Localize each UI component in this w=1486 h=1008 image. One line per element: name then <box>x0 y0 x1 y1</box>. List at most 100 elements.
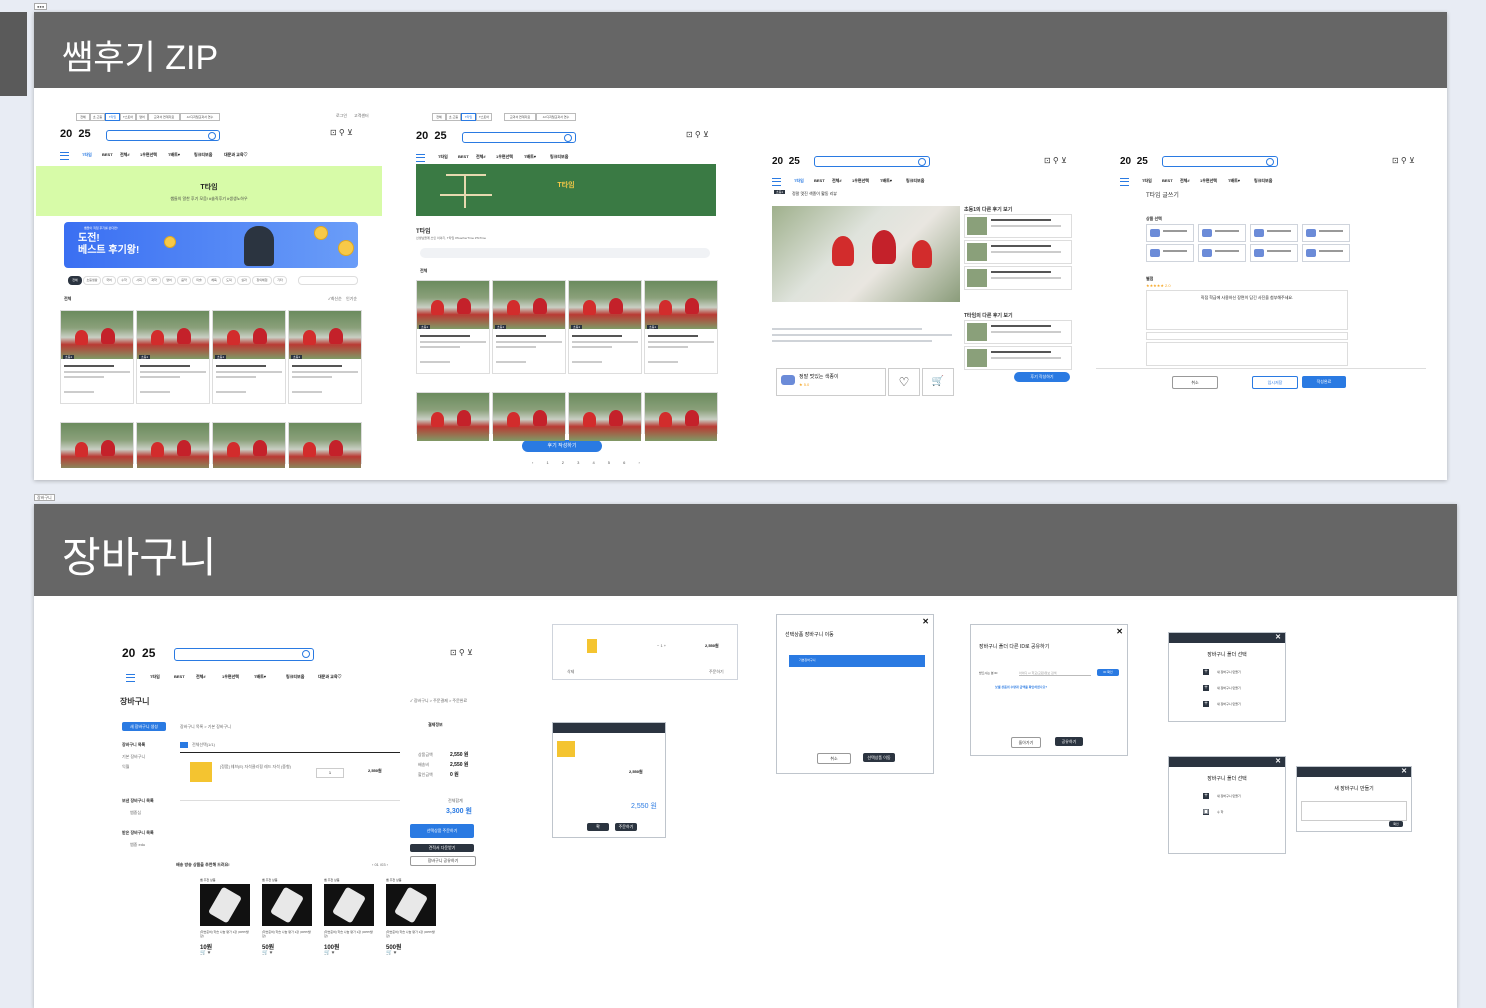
side-review-item[interactable] <box>964 346 1072 370</box>
menu-item[interactable]: 링크티보옵 <box>286 674 304 680</box>
review-textarea[interactable] <box>1146 342 1348 366</box>
logo[interactable]: 20 25 <box>122 646 155 660</box>
menu-best[interactable]: BEST <box>458 154 469 159</box>
menu-ttime[interactable]: T타임 <box>1142 178 1152 184</box>
product-option[interactable] <box>1146 224 1194 242</box>
new-cart-button[interactable]: 새 장바구니 생성 <box>122 722 166 731</box>
review-card[interactable]: 초등1 <box>416 280 490 374</box>
recommend-pager[interactable]: ‹ 01 /03 › <box>372 862 388 867</box>
cart-heart-icons[interactable]: 🛒 ♥ <box>262 950 273 956</box>
review-card[interactable] <box>644 392 718 441</box>
product-option[interactable] <box>1302 244 1350 262</box>
close-icon[interactable]: ✕ <box>1275 757 1281 765</box>
star-rating[interactable]: ★★★★★ 2.0 <box>1146 283 1171 288</box>
hamburger-icon[interactable] <box>416 154 425 162</box>
search-icon[interactable] <box>564 134 572 142</box>
product-option[interactable] <box>1250 244 1298 262</box>
top-tab[interactable]: AI 디지털교과서 연수 <box>180 113 220 121</box>
cancel-button[interactable]: 취소 <box>1172 376 1218 389</box>
menu-item[interactable]: 링크티보옵 <box>194 152 212 158</box>
write-review-button[interactable]: 후기 작성하기 <box>1014 372 1070 382</box>
top-tab[interactable]: 초·고등 <box>90 113 105 121</box>
menu-best[interactable]: BEST <box>174 674 185 679</box>
product-option[interactable] <box>1198 224 1246 242</box>
product-option[interactable] <box>1198 244 1246 262</box>
review-card[interactable]: 초등1 <box>60 310 134 404</box>
menu-item[interactable]: 1우편선택 <box>496 154 513 160</box>
search-icon[interactable] <box>918 158 926 166</box>
side-review-item[interactable] <box>964 320 1072 344</box>
search-icon[interactable] <box>302 650 310 658</box>
recommend-product[interactable]: 쌤 추천 상품 [학습준비] 학습 나눔 평가 1장 (OPP/발장) 50원 🛒 ♥ <box>262 878 312 956</box>
tag-input[interactable] <box>1146 332 1348 340</box>
top-tab[interactable]: 전체 <box>76 113 90 121</box>
menu-item[interactable]: 전체# <box>120 152 130 158</box>
pagination[interactable]: ‹ 1 2 3 4 5 6 › <box>532 460 646 465</box>
sidebar-item[interactable]: 익월 <box>122 764 129 770</box>
folder-item[interactable]: 새 장바구니 만들기 <box>1217 794 1241 798</box>
folder-icon[interactable]: ▣ <box>1203 809 1209 815</box>
post-image[interactable] <box>772 206 960 302</box>
search-input[interactable] <box>174 648 314 661</box>
chip[interactable]: 수학 <box>117 276 131 285</box>
id-input[interactable]: 아이디 or 학교(교원)정보 검색 <box>1019 671 1091 676</box>
confirm-button[interactable]: 선택상품 이동 <box>863 753 895 762</box>
menu-ttime[interactable]: T타임 <box>794 178 804 184</box>
cart-icon[interactable]: 🛒 <box>922 368 954 396</box>
cart-heart-icons[interactable]: 🛒 ♥ <box>200 950 211 956</box>
menu-item[interactable]: T배트♥ <box>1228 178 1240 184</box>
category-chips[interactable] <box>420 248 710 258</box>
support-link[interactable]: 고객센터 <box>354 113 369 119</box>
menu-item[interactable]: 1우편선택 <box>140 152 157 158</box>
search-input[interactable] <box>462 132 576 143</box>
header-icons[interactable]: ⊡ ⚲ ⊻ <box>686 130 709 139</box>
review-card[interactable]: 초등1 <box>492 280 566 374</box>
review-card[interactable] <box>60 422 134 468</box>
write-review-button[interactable]: 후기 작성하기 <box>522 440 602 452</box>
side-review-item[interactable] <box>964 266 1072 290</box>
menu-item[interactable]: 전체# <box>832 178 842 184</box>
close-icon[interactable]: ✕ <box>1116 627 1123 636</box>
top-tab[interactable]: T타임 <box>461 113 476 121</box>
review-card[interactable]: 초등1 <box>212 310 286 404</box>
close-icon[interactable]: ✕ <box>1401 767 1407 775</box>
review-card[interactable] <box>492 392 566 441</box>
chip[interactable]: 음악 <box>177 276 191 285</box>
folder-item[interactable]: 수 학 <box>1217 810 1223 814</box>
menu-item[interactable]: T배트♥ <box>524 154 536 160</box>
logo[interactable]: 20 25 <box>60 128 91 140</box>
top-tab[interactable]: 초·고등 <box>446 113 461 121</box>
heart-icon[interactable]: ♡ <box>888 368 920 396</box>
cart-name-input[interactable] <box>1301 801 1407 821</box>
review-card[interactable] <box>288 422 362 468</box>
menu-item[interactable]: 링크티보옵 <box>550 154 568 160</box>
review-card[interactable]: 초등1 <box>644 280 718 374</box>
product-card[interactable]: 정말 멋있는 색종이 ★ 5.0 <box>776 368 886 396</box>
menu-item[interactable]: 링크티보옵 <box>1254 178 1272 184</box>
item-name[interactable]: [정품] 쉐브(E) 자석클리핑 레드 자석 (중형) <box>220 764 291 770</box>
id-check-button[interactable]: ID 확인 <box>1097 669 1119 676</box>
cancel-button[interactable]: 돌아가기 <box>1011 737 1041 748</box>
menu-item[interactable]: 대문과 교육♡ <box>224 152 248 158</box>
cancel-button[interactable]: 취소 <box>817 753 851 764</box>
product-option[interactable] <box>1302 224 1350 242</box>
menu-item[interactable]: 1우편선택 <box>1200 178 1217 184</box>
header-icons[interactable]: ⊡ ⚲ ⊻ <box>1044 156 1067 165</box>
menu-item[interactable]: 1우편선택 <box>852 178 869 184</box>
chip[interactable]: 체육 <box>207 276 221 285</box>
recommend-product[interactable]: 쌤 추천 상품 [학습준비] 학습 나눔 평가 1장 (OPP/발장) 500원 🛒 … <box>386 878 436 956</box>
top-tab[interactable]: 교과서 연계자료 <box>148 113 180 121</box>
menu-ttime[interactable]: T타임 <box>82 152 92 158</box>
chip[interactable]: 국어 <box>102 276 116 285</box>
temp-save-button[interactable]: 임시저장 <box>1252 376 1298 389</box>
menu-item[interactable]: 1우편선택 <box>222 674 239 680</box>
chip[interactable]: 창의체험 <box>252 276 272 285</box>
folder-item[interactable]: 새 장바구니 만들기 <box>1217 702 1241 706</box>
top-tab[interactable]: 교과서 연계자료 <box>504 113 536 121</box>
filter-search[interactable] <box>298 276 358 285</box>
menu-item[interactable]: 대문과 교육♡ <box>318 674 342 680</box>
folder-item[interactable]: 새 장바구니 만들기 <box>1217 670 1241 674</box>
plus-icon[interactable]: + <box>1203 793 1209 799</box>
order-button[interactable]: 선택상품 주문하기 <box>410 824 474 838</box>
photo-upload[interactable]: 직접 학급에 사용하신 장면이 담긴 사진을 첨부해주세요. <box>1146 290 1348 330</box>
